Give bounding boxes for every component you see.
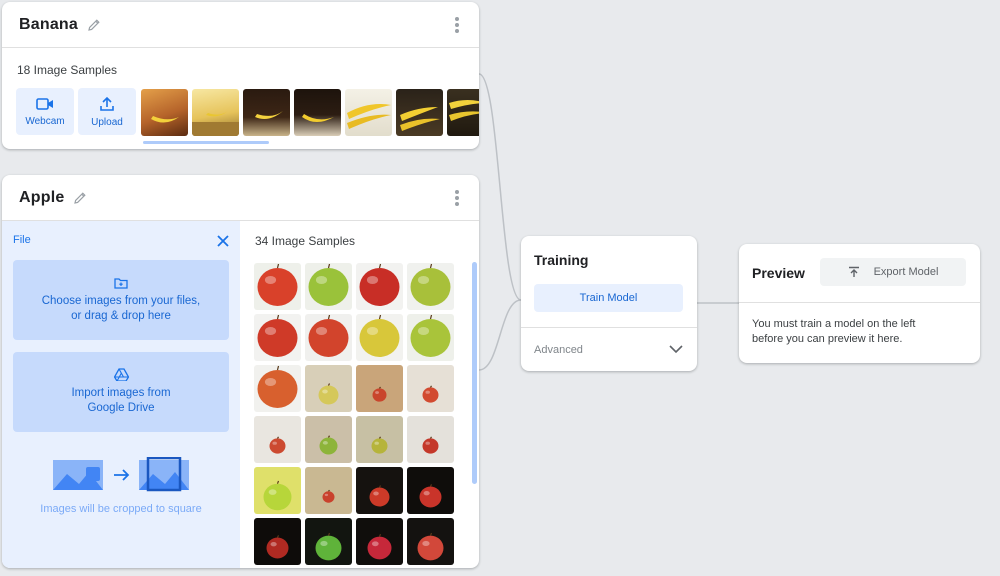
sample-thumbnail[interactable] (305, 263, 352, 310)
sample-thumbnail[interactable] (407, 314, 454, 361)
sample-thumbnail[interactable] (407, 263, 454, 310)
kebab-menu-icon[interactable] (455, 190, 459, 206)
webcam-label: Webcam (25, 115, 65, 127)
apple-samples-area: 34 Image Samples (240, 221, 479, 568)
divider (521, 327, 697, 328)
folder-add-icon (114, 277, 128, 289)
sample-thumbnail[interactable] (305, 365, 352, 412)
class-card-apple: Apple File Choose images from your files… (2, 175, 479, 568)
drive-line2: Google Drive (87, 402, 155, 414)
class-name[interactable]: Banana (19, 16, 78, 34)
webcam-button[interactable]: Webcam (16, 88, 74, 135)
sample-thumbnail[interactable] (254, 518, 301, 565)
sample-thumbnail[interactable] (305, 416, 352, 463)
file-panel-title: File (13, 234, 31, 246)
sample-thumbnail[interactable] (407, 467, 454, 514)
sample-thumbnail[interactable] (243, 89, 290, 136)
export-model-label: Export Model (873, 266, 939, 278)
sample-thumbnail[interactable] (254, 467, 301, 514)
sample-thumbnail[interactable] (254, 314, 301, 361)
crop-illustration (53, 457, 189, 492)
sample-thumbnail[interactable] (356, 365, 403, 412)
samples-count: 18 Image Samples (17, 63, 118, 77)
sample-thumbnail[interactable] (254, 416, 301, 463)
sample-thumbnail[interactable] (356, 416, 403, 463)
preview-title: Preview (752, 265, 805, 281)
choose-files-dropzone[interactable]: Choose images from your files, or drag &… (13, 260, 229, 340)
google-drive-icon (113, 368, 129, 381)
sample-thumbnail[interactable] (254, 365, 301, 412)
kebab-menu-icon[interactable] (455, 17, 459, 33)
preview-card: Preview Export Model You must train a mo… (739, 244, 980, 363)
sample-thumbnail[interactable] (305, 467, 352, 514)
sample-thumbnail[interactable] (447, 89, 479, 136)
sample-thumbnail[interactable] (192, 89, 239, 136)
sample-thumbnail[interactable] (407, 365, 454, 412)
training-card: Training Train Model Advanced (521, 236, 697, 371)
upload-label: Upload (91, 116, 123, 128)
sample-thumbnail[interactable] (356, 314, 403, 361)
google-drive-button[interactable]: Import images from Google Drive (13, 352, 229, 432)
sample-thumbnail[interactable] (356, 467, 403, 514)
sample-thumbnail[interactable] (396, 89, 443, 136)
sample-thumbnail[interactable] (294, 89, 341, 136)
webcam-icon (36, 97, 53, 110)
drive-line1: Import images from (71, 387, 171, 399)
close-icon[interactable] (217, 235, 229, 247)
train-model-button[interactable]: Train Model (534, 284, 683, 312)
sample-thumbnail[interactable] (254, 263, 301, 310)
chevron-down-icon[interactable] (669, 344, 683, 354)
strip-scrollbar[interactable] (143, 141, 269, 144)
crop-note: Images will be cropped to square (40, 503, 202, 515)
sample-thumbnail[interactable] (305, 314, 352, 361)
samples-count: 34 Image Samples (255, 234, 356, 248)
sample-thumbnail[interactable] (407, 416, 454, 463)
preview-message-line1: You must train a model on the left (752, 318, 916, 330)
sample-thumbnail[interactable] (356, 263, 403, 310)
preview-message: You must train a model on the left befor… (752, 317, 967, 347)
advanced-toggle[interactable]: Advanced (534, 344, 583, 356)
choose-files-line2: or drag & drop here (71, 309, 171, 322)
export-icon (848, 266, 859, 277)
class-name[interactable]: Apple (19, 189, 64, 207)
samples-scrollbar[interactable] (472, 262, 477, 484)
class-header: Banana (2, 2, 479, 48)
banana-samples-strip[interactable] (141, 89, 479, 137)
class-card-banana: Banana 18 Image Samples Webcam Upload (2, 2, 479, 149)
export-model-button[interactable]: Export Model (820, 258, 966, 286)
pencil-icon[interactable] (72, 190, 88, 206)
training-title: Training (534, 252, 589, 268)
choose-files-line1: Choose images from your files, (41, 294, 201, 307)
pencil-icon[interactable] (86, 17, 102, 33)
upload-icon (100, 96, 114, 111)
sample-thumbnail[interactable] (141, 89, 188, 136)
sample-thumbnail[interactable] (345, 89, 392, 136)
divider (739, 302, 980, 303)
class-header: Apple (2, 175, 479, 221)
sample-thumbnail[interactable] (407, 518, 454, 565)
file-upload-panel: File Choose images from your files, or d… (2, 221, 240, 568)
preview-message-line2: before you can preview it here. (752, 333, 903, 345)
upload-button[interactable]: Upload (78, 88, 136, 135)
sample-thumbnail[interactable] (305, 518, 352, 565)
sample-thumbnail[interactable] (356, 518, 403, 565)
